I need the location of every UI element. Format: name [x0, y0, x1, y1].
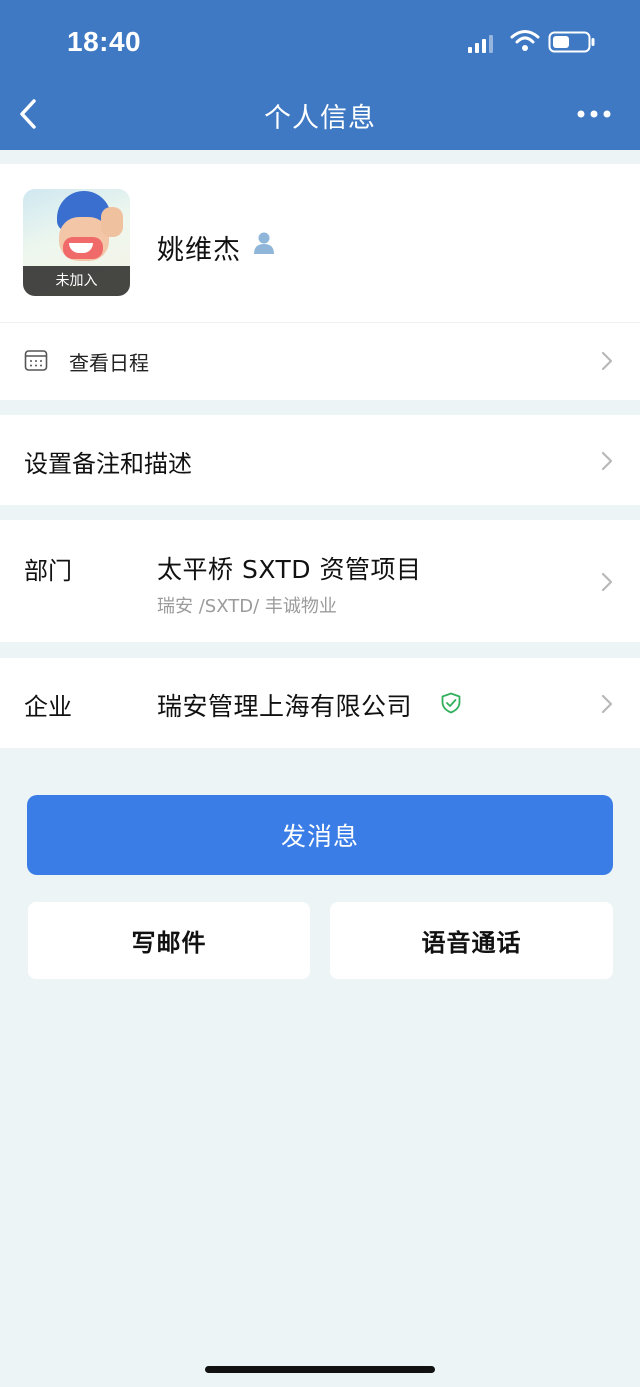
verified-shield-icon: [441, 692, 461, 714]
page-title: 个人信息: [264, 103, 376, 134]
chevron-right-icon: [601, 694, 613, 714]
department-path: 瑞安 /SXTD/ 丰诚物业: [157, 596, 337, 617]
battery-icon: [548, 31, 595, 53]
profile-name: 姚维杰: [157, 235, 241, 266]
send-message-button[interactable]: 发消息: [27, 795, 613, 875]
signal-icon: [468, 35, 493, 53]
avatar[interactable]: 未加入: [23, 189, 130, 296]
more-button[interactable]: [572, 100, 616, 128]
view-schedule-row[interactable]: 查看日程: [0, 323, 640, 400]
company-label: 企业: [24, 693, 72, 721]
set-note-row[interactable]: 设置备注和描述: [0, 415, 640, 505]
person-icon: [254, 232, 274, 254]
department-row[interactable]: 部门 太平桥 SXTD 资管项目 瑞安 /SXTD/ 丰诚物业: [0, 520, 640, 642]
top-bar: 18:40 个人信息: [0, 0, 640, 150]
company-value: 瑞安管理上海有限公司: [157, 692, 413, 721]
more-icon: [577, 110, 611, 118]
view-schedule-label: 查看日程: [69, 351, 149, 375]
avatar-status-badge: 未加入: [23, 266, 130, 296]
home-indicator: [205, 1366, 435, 1373]
calendar-icon: [24, 350, 48, 371]
wifi-icon: [510, 30, 540, 51]
status-time: 18:40: [67, 26, 142, 57]
write-email-button[interactable]: 写邮件: [28, 902, 310, 979]
profile-card: 未加入 姚维杰 查看日程: [0, 164, 640, 400]
set-note-label: 设置备注和描述: [24, 450, 192, 478]
department-value: 太平桥 SXTD 资管项目: [157, 555, 422, 584]
department-label: 部门: [24, 557, 72, 585]
voice-call-button[interactable]: 语音通话: [330, 902, 613, 979]
company-row[interactable]: 企业 瑞安管理上海有限公司: [0, 658, 640, 748]
chevron-right-icon: [601, 451, 613, 471]
chevron-right-icon: [601, 351, 613, 371]
chevron-right-icon: [601, 572, 613, 592]
